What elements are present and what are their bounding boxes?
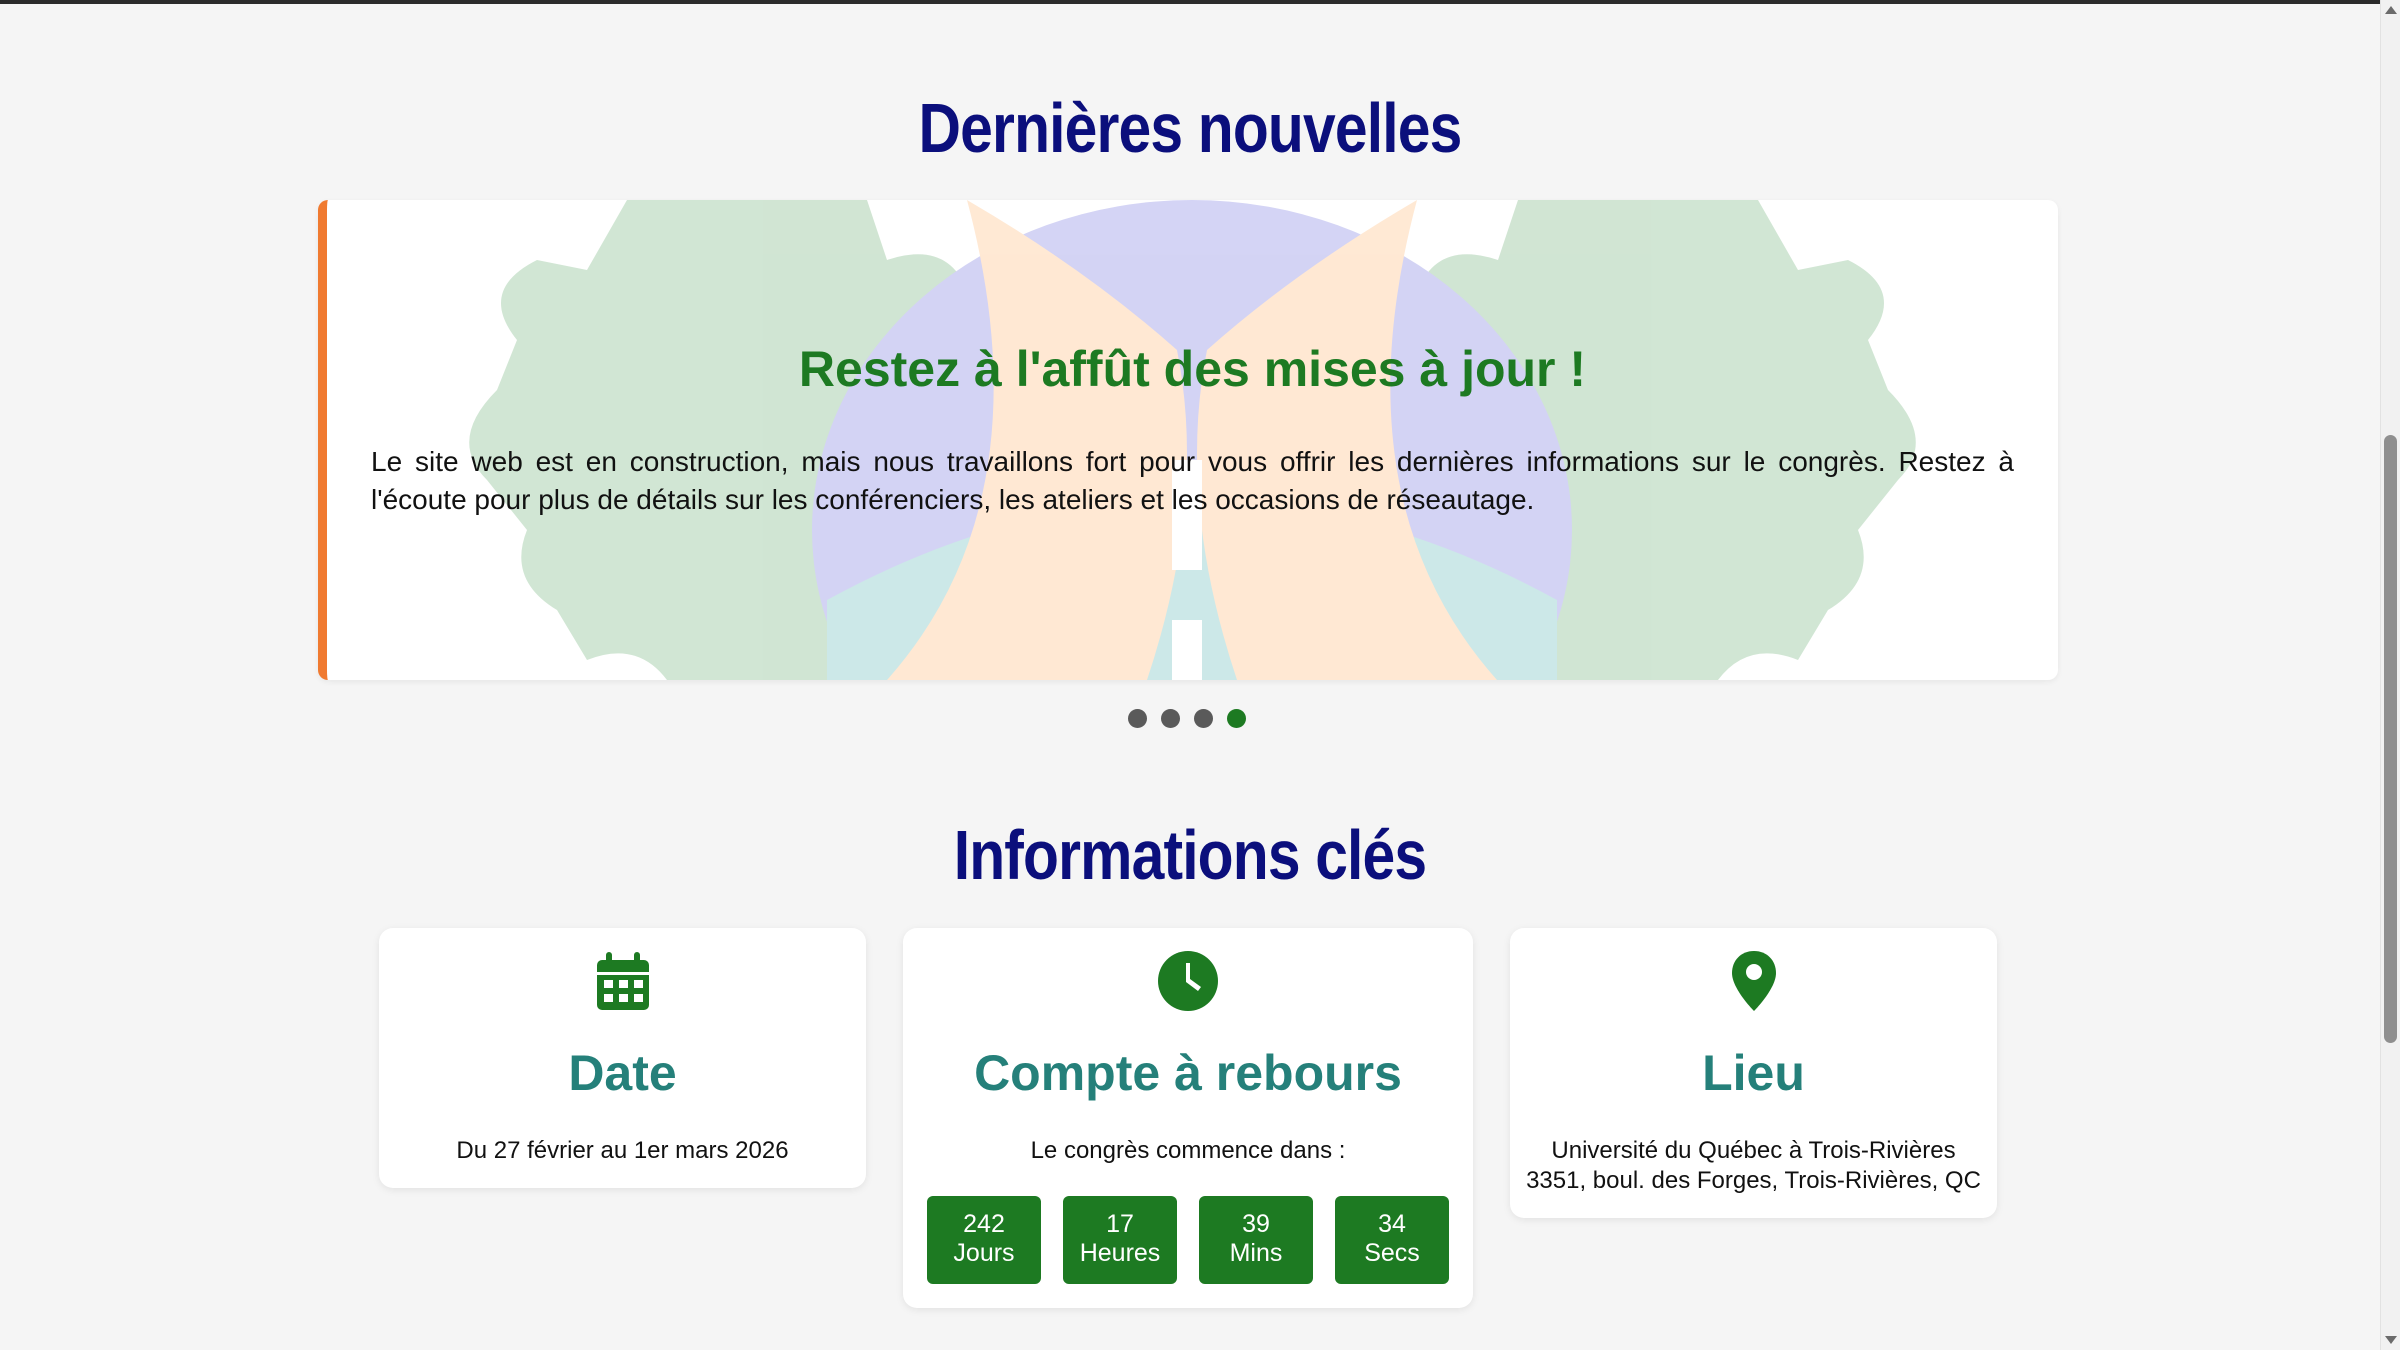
scroll-up-arrow-icon[interactable] (2385, 6, 2397, 14)
countdown-days-label: Jours (953, 1239, 1015, 1267)
carousel-dot-2[interactable] (1161, 709, 1180, 728)
news-carousel: Restez à l'affût des mises à jour ! Le s… (318, 200, 2058, 680)
clock-icon (1158, 951, 1218, 1011)
date-text: Du 27 février au 1er mars 2026 (456, 1137, 789, 1164)
scrollbar-thumb[interactable] (2384, 435, 2397, 1043)
countdown-heading: Compte à rebours (974, 1045, 1402, 1101)
countdown-seconds: 34 Secs (1335, 1196, 1449, 1284)
countdown-hours: 17 Heures (1063, 1196, 1177, 1284)
page-scrollbar[interactable] (2380, 0, 2400, 1350)
carousel-dot-1[interactable] (1128, 709, 1147, 728)
countdown-card: Compte à rebours Le congrès commence dan… (903, 928, 1473, 1308)
countdown-days-value: 242 (963, 1210, 1005, 1238)
window-top-border (0, 0, 2400, 4)
countdown-seconds-value: 34 (1378, 1210, 1406, 1238)
countdown-minutes-value: 39 (1242, 1210, 1270, 1238)
countdown-days: 242 Jours (927, 1196, 1041, 1284)
carousel-dot-3[interactable] (1194, 709, 1213, 728)
date-heading: Date (568, 1045, 677, 1101)
scroll-down-arrow-icon[interactable] (2385, 1336, 2397, 1344)
countdown-hours-value: 17 (1106, 1210, 1134, 1238)
slide-title: Restez à l'affût des mises à jour ! (798, 341, 1587, 397)
countdown-units: 242 Jours 17 Heures 39 Mins 34 Secs (927, 1196, 1449, 1284)
carousel-background-logo (469, 200, 1916, 680)
countdown-minutes: 39 Mins (1199, 1196, 1313, 1284)
calendar-icon (596, 952, 649, 1010)
countdown-hours-label: Heures (1079, 1239, 1161, 1267)
carousel-dots (1128, 709, 1246, 728)
location-line-2: 3351, boul. des Forges, Trois-Rivières, … (1526, 1167, 1981, 1194)
date-card: Date Du 27 février au 1er mars 2026 (379, 928, 866, 1188)
countdown-minutes-label: Mins (1229, 1239, 1283, 1267)
carousel-dot-4-active[interactable] (1227, 709, 1246, 728)
news-section-title: Dernières nouvelles (918, 89, 1463, 167)
countdown-seconds-label: Secs (1364, 1239, 1420, 1267)
location-address: Université du Québec à Trois-Rivières 33… (1510, 1136, 1997, 1196)
location-heading: Lieu (1702, 1045, 1805, 1101)
location-pin-icon (1731, 951, 1776, 1011)
slide-text: Le site web est en construction, mais no… (371, 446, 2014, 515)
location-card: Lieu Université du Québec à Trois-Rivièr… (1510, 928, 1997, 1218)
countdown-intro: Le congrès commence dans : (1030, 1137, 1346, 1164)
info-section-title: Informations clés (953, 816, 1427, 894)
location-line-1: Université du Québec à Trois-Rivières (1551, 1137, 1956, 1164)
